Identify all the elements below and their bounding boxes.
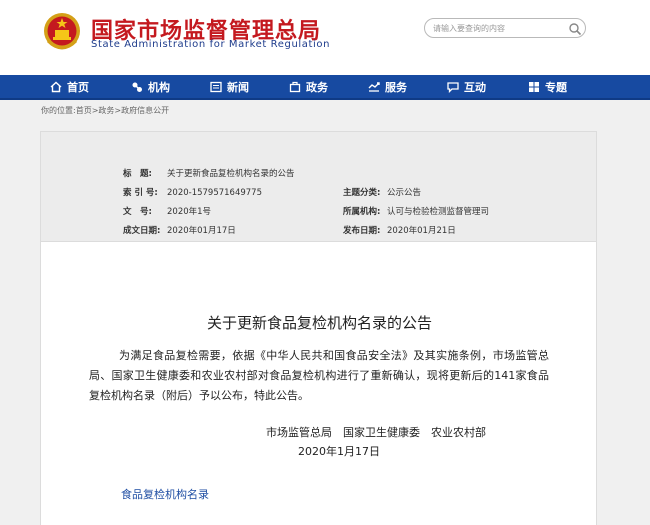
nav-item-news[interactable]: 新闻: [210, 75, 249, 98]
nav-label: 新闻: [227, 80, 249, 94]
institution-icon: [132, 82, 142, 92]
news-icon: [210, 81, 222, 92]
search-icon[interactable]: [568, 22, 582, 36]
nav-label: 服务: [385, 80, 407, 94]
nav-item-institution[interactable]: 机构: [131, 75, 170, 98]
meta-label: 索 引 号:: [123, 188, 158, 198]
meta-written-row: 成文日期: 2020年01月17日: [123, 224, 236, 236]
article-signatories: 市场监管总局 国家卫生健康委 农业农村部: [266, 426, 486, 439]
meta-value: 公示公告: [387, 188, 422, 198]
meta-label: 所属机构:: [343, 207, 381, 217]
site-subtitle: State Administration for Market Regulati…: [91, 39, 331, 50]
meta-value: 2020年01月17日: [167, 226, 236, 236]
article-content: 关于更新食品复检机构名录的公告 为满足食品复检需要，依据《中华人民共和国食品安全…: [40, 242, 597, 525]
meta-docno-row: 文 号: 2020年1号: [123, 205, 211, 217]
search-input[interactable]: [433, 21, 563, 35]
meta-label: 成文日期:: [123, 226, 161, 236]
meta-value: 2020-1579571649775: [167, 188, 263, 198]
article-body: 为满足食品复检需要，依据《中华人民共和国食品安全法》及其实施条例，市场监管总局、…: [89, 349, 549, 402]
breadcrumb[interactable]: 你的位置:首页>政务>政府信息公开: [41, 105, 169, 116]
site-header: 国家市场监督管理总局 State Administration for Mark…: [0, 0, 650, 75]
meta-value: 认可与检验检测监督管理司: [387, 207, 490, 217]
meta-label: 文 号:: [123, 207, 152, 217]
interaction-icon: [447, 81, 459, 93]
topic-icon: [529, 81, 539, 92]
nav-label: 机构: [148, 80, 170, 94]
article-date: 2020年1月17日: [298, 445, 380, 458]
national-emblem-icon[interactable]: [42, 11, 82, 53]
attachment-link[interactable]: 食品复检机构名录: [121, 486, 209, 502]
document-meta-panel: 标 题: 关于更新食品复检机构名录的公告 索 引 号: 2020-157957164…: [40, 131, 597, 242]
meta-published-row: 发布日期: 2020年01月21日: [343, 224, 456, 236]
nav-label: 互动: [464, 80, 486, 94]
nav-item-interaction[interactable]: 互动: [447, 75, 486, 98]
nav-item-home[interactable]: 首页: [50, 75, 89, 98]
home-icon: [50, 81, 62, 92]
nav-item-topic[interactable]: 专题: [528, 75, 567, 98]
meta-title-row: 标 题: 关于更新食品复检机构名录的公告: [123, 167, 295, 179]
meta-value: 2020年1号: [167, 207, 212, 217]
meta-label: 发布日期:: [343, 226, 381, 236]
meta-label: 标 题:: [123, 169, 152, 179]
meta-index-row: 索 引 号: 2020-1579571649775: [123, 186, 262, 198]
nav-label: 政务: [306, 80, 328, 94]
service-icon: [368, 81, 380, 92]
meta-org-row: 所属机构: 认可与检验检测监督管理司: [343, 205, 489, 217]
article-title: 关于更新食品复检机构名录的公告: [206, 314, 432, 332]
nav-item-service[interactable]: 服务: [368, 75, 407, 98]
meta-label: 主题分类:: [343, 188, 381, 198]
nav-item-government[interactable]: 政务: [289, 75, 328, 98]
government-icon: [289, 81, 301, 92]
nav-label: 专题: [545, 80, 567, 94]
meta-value: 关于更新食品复检机构名录的公告: [167, 169, 295, 179]
meta-value: 2020年01月21日: [387, 226, 456, 236]
main-nav: 首页 机构 新闻 政务 服务 互动 专题: [0, 75, 650, 100]
search-box: [424, 18, 586, 38]
meta-category-row: 主题分类: 公示公告: [343, 186, 421, 198]
nav-label: 首页: [67, 80, 89, 94]
